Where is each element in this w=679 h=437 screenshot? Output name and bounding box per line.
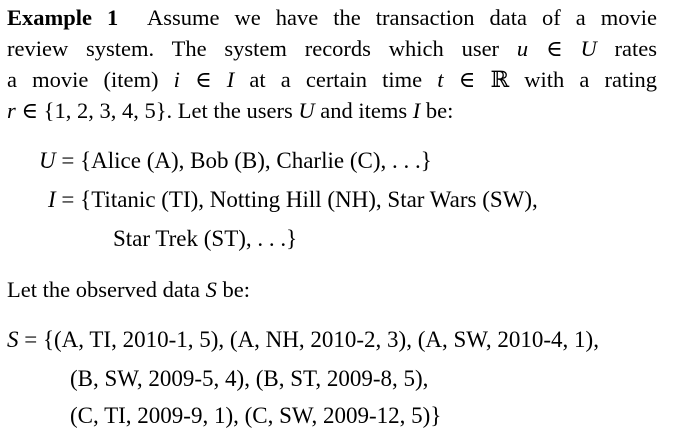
observed-equation-line-1: S = {(A, TI, 2010-1, 5), (A, NH, 2010-2,… [7, 327, 599, 352]
example-line-2: review system. The system records which … [7, 36, 658, 61]
items-equation-line-1: I = {Titanic (TI), Notting Hill (NH), St… [48, 187, 538, 212]
items-rhs-1: {Titanic (TI), Notting Hill (NH), Star W… [80, 187, 538, 212]
users-equation: U = {Alice (A), Bob (B), Charlie (C), . … [39, 148, 432, 173]
observed-lhs: S [7, 327, 19, 352]
users-rhs: {Alice (A), Bob (B), Charlie (C), . . .} [80, 148, 432, 173]
items-equation-line-2: Star Trek (ST), . . .} [113, 226, 298, 251]
users-lhs: U [39, 148, 56, 173]
observed-equation-line-3: (C, TI, 2009-9, 1), (C, SW, 2009-12, 5)} [70, 403, 442, 428]
items-lhs: I [48, 187, 56, 212]
observed-intro: Let the observed data S be: [7, 277, 251, 302]
observed-equation-line-2: (B, SW, 2009-5, 4), (B, ST, 2009-8, 5), [70, 366, 429, 391]
example-line-3: a movie (item) i ∈ I at a certain time t… [7, 67, 658, 92]
example-line-4: r ∈ {1, 2, 3, 4, 5}. Let the users U and… [7, 98, 454, 123]
example-line-1-text: Assume we have the transaction data of a… [147, 5, 657, 30]
example-heading: Example 1 [7, 5, 119, 30]
observed-rhs-1: {(A, TI, 2010-1, 5), (A, NH, 2010-2, 3),… [42, 327, 599, 352]
example-line-1: Example 1 Assume we have the transaction… [7, 4, 657, 31]
